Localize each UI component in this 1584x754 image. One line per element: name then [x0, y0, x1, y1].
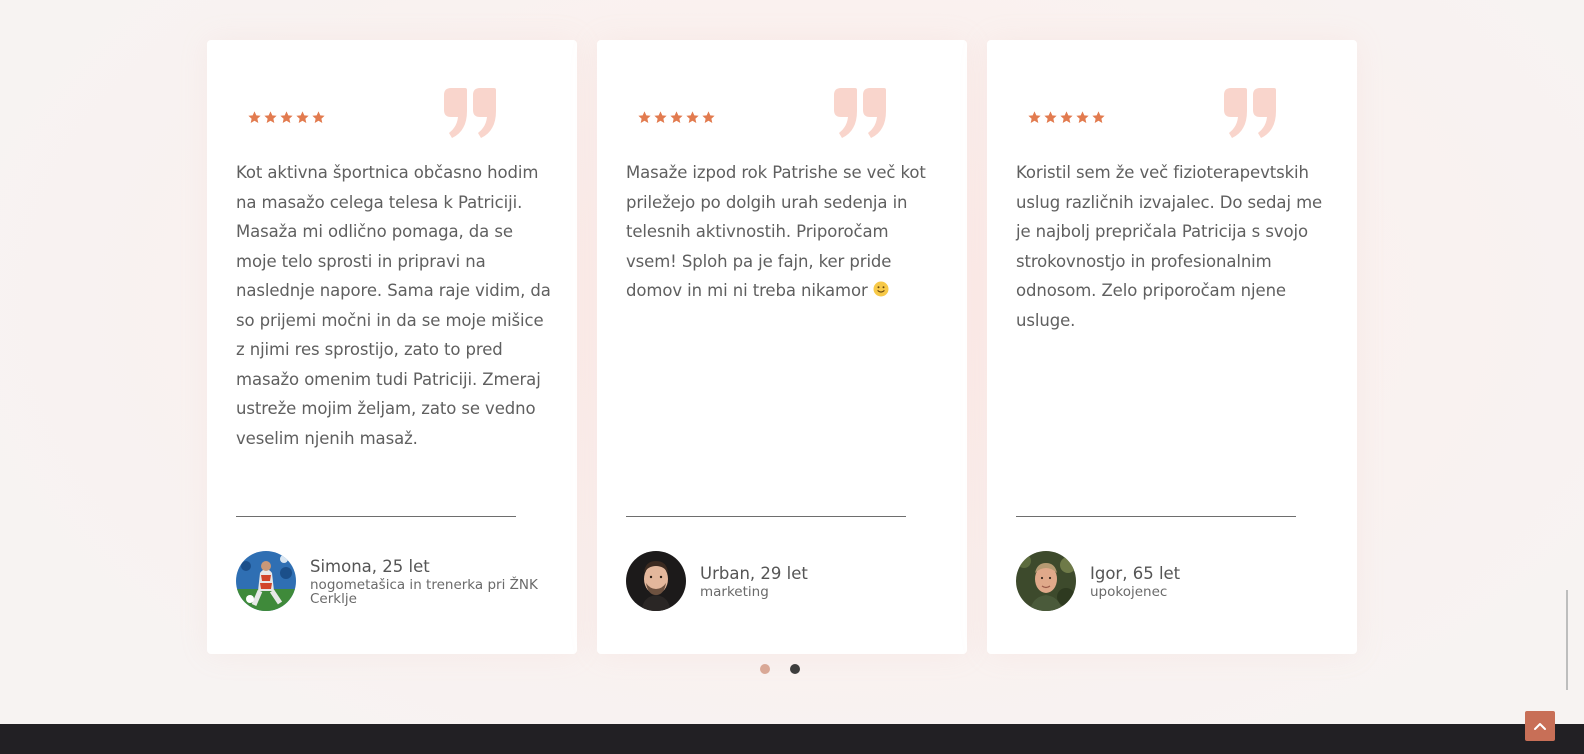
page-scrollbar[interactable]	[1566, 590, 1568, 690]
divider	[1016, 516, 1296, 517]
star-rating	[247, 110, 326, 125]
slider-pagination	[760, 664, 800, 674]
testimonial-author: Urban, 29 let marketing	[626, 551, 946, 611]
star-icon	[702, 111, 715, 123]
testimonial-text-container: Masaže izpod rok Patrishe se več kot pri…	[626, 158, 941, 306]
slider-dot-2[interactable]	[790, 664, 800, 674]
star-icon	[312, 111, 325, 123]
author-name: Simona, 25 let	[310, 556, 430, 576]
author-role: marketing	[700, 583, 769, 600]
scroll-to-top-button[interactable]	[1525, 711, 1555, 741]
author-role: nogometašica in trenerka pri ŽNK Cerklje	[310, 576, 538, 607]
slider-dot-1[interactable]	[760, 664, 770, 674]
testimonial-card: Masaže izpod rok Patrishe se več kot pri…	[597, 40, 967, 654]
chevron-up-icon	[1534, 723, 1546, 730]
star-icon	[1044, 111, 1057, 123]
quote-icon	[834, 88, 886, 138]
star-icon	[1076, 111, 1089, 123]
star-icon	[280, 111, 293, 123]
star-icon	[654, 111, 667, 123]
author-name: Urban, 29 let	[700, 563, 808, 583]
author-role: upokojenec	[1090, 583, 1168, 600]
star-icon	[686, 111, 699, 123]
testimonial-text: Koristil sem že več fizioterapevtskih us…	[1016, 163, 1323, 330]
star-icon	[638, 111, 651, 123]
testimonial-author: Simona, 25 let nogometašica in trenerka …	[236, 551, 556, 611]
author-name: Igor, 65 let	[1090, 563, 1181, 583]
footer	[0, 724, 1584, 754]
avatar	[626, 551, 686, 611]
quote-icon	[444, 88, 496, 138]
star-rating	[637, 110, 716, 125]
testimonial-card: Koristil sem že več fizioterapevtskih us…	[987, 40, 1357, 654]
divider	[236, 516, 516, 517]
star-icon	[670, 111, 683, 123]
divider	[626, 516, 906, 517]
testimonial-card: Kot aktivna športnica občasno hodim na m…	[207, 40, 577, 654]
avatar	[236, 551, 296, 611]
testimonials-slider: Kot aktivna športnica občasno hodim na m…	[207, 40, 1357, 654]
star-rating	[1027, 110, 1106, 125]
star-icon	[1060, 111, 1073, 123]
testimonial-author: Igor, 65 let upokojenec	[1016, 551, 1336, 611]
quote-icon	[1224, 88, 1276, 138]
testimonial-text: Masaže izpod rok Patrishe se več kot pri…	[626, 163, 926, 300]
star-icon	[1092, 111, 1105, 123]
star-icon	[296, 111, 309, 123]
star-icon	[264, 111, 277, 123]
star-icon	[1028, 111, 1041, 123]
smiley-face-icon	[873, 281, 889, 297]
star-icon	[248, 111, 261, 123]
testimonial-text: Kot aktivna športnica občasno hodim na m…	[236, 163, 551, 448]
avatar	[1016, 551, 1076, 611]
